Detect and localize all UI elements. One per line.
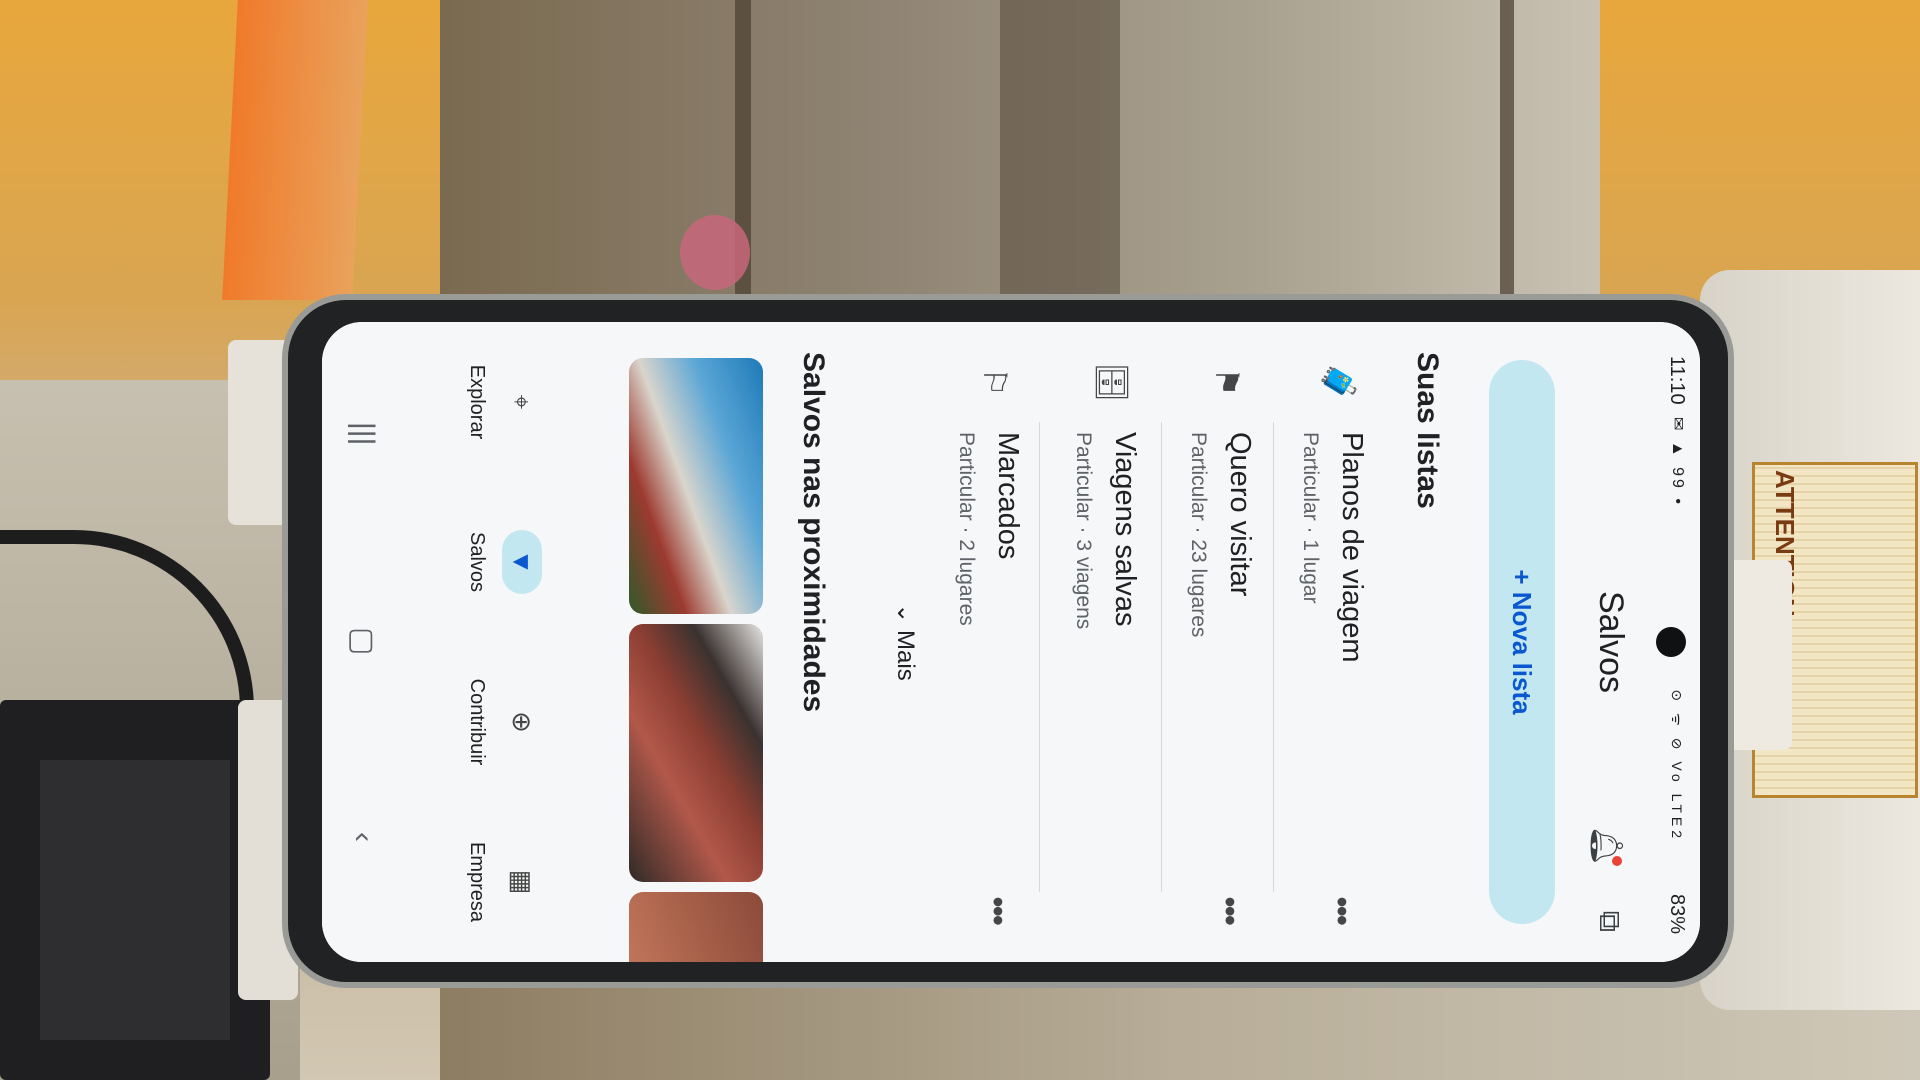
nearby-place-photo[interactable]: [629, 624, 763, 882]
nav-label: Empresa: [466, 841, 488, 923]
store-icon: ▦: [507, 869, 537, 895]
back-icon[interactable]: ‹: [346, 832, 380, 842]
divider: [1273, 422, 1274, 892]
list-name: Planos de viagem: [1336, 432, 1368, 663]
pink-object: [680, 215, 750, 290]
front-camera: [1656, 627, 1686, 657]
app-bar: Salvos 🔔︎ ⧉: [1564, 322, 1644, 962]
more-options-icon[interactable]: •••: [979, 896, 1016, 924]
list-item-viagens-salvas[interactable]: 🗄 Viagens salvas Particular · 3 viagens: [1051, 322, 1155, 962]
list-name: Quero visitar: [1224, 432, 1256, 597]
home-icon[interactable]: ▢: [345, 627, 380, 655]
nav-label: Salvos: [466, 531, 488, 593]
list-meta: Particular · 3 viagens: [1072, 432, 1095, 630]
camera-block: [0, 700, 270, 1080]
nav-empresa[interactable]: ▦ Empresa: [410, 802, 560, 962]
list-name: Marcados: [992, 432, 1024, 560]
signal-icons: ⊙ ᯤ ⊘ Vo LTE2: [1669, 689, 1685, 842]
list-item-quero-visitar[interactable]: ⚑ Quero visitar Particular · 23 lugares …: [1166, 322, 1270, 962]
notification-dot: [1612, 856, 1622, 866]
app-portrait-view: 11:10 ✉ ▲ 99 • ⊙ ᯤ ⊘ Vo LTE2 83% Salvos …: [322, 322, 1700, 962]
your-lists-title: Suas listas: [1411, 352, 1444, 509]
nearby-place-photo[interactable]: [629, 358, 763, 614]
list-meta: Particular · 1 lugar: [1299, 432, 1322, 604]
add-circle-icon: ⊕: [507, 711, 537, 733]
holder-clip: [1722, 560, 1792, 750]
nav-salvos[interactable]: ▼ Salvos: [410, 482, 560, 642]
orange-cloth: [222, 0, 368, 300]
page-title: Salvos: [1592, 590, 1630, 694]
recents-icon[interactable]: |||: [346, 422, 380, 445]
flag-icon: ⚑: [1209, 367, 1245, 397]
nav-explorar[interactable]: ⌖ Explorar: [410, 322, 560, 482]
share-icon[interactable]: ⧉: [1592, 911, 1626, 932]
nearby-place-photo[interactable]: [629, 892, 763, 962]
pin-icon: ⌖: [507, 394, 537, 410]
divider: [1161, 422, 1162, 892]
list-item-planos-de-viagem[interactable]: 🧳 Planos de viagem Particular · 1 lugar …: [1278, 322, 1382, 962]
nav-contribuir[interactable]: ⊕ Contribuir: [410, 642, 560, 802]
nav-label: Explorar: [466, 364, 488, 440]
divider: [1039, 422, 1040, 892]
list-meta: Particular · 23 lugares: [1187, 432, 1210, 638]
window-frame: [1500, 0, 1514, 300]
battery-level: 83%: [1666, 893, 1688, 934]
luggage-icon: 🗄: [1094, 362, 1130, 403]
list-meta: Particular · 2 lugares: [955, 432, 978, 626]
bottom-navigation: ⌖ Explorar ▼ Salvos ⊕ Contribuir ▦ Empre…: [410, 322, 560, 962]
more-options-icon[interactable]: •••: [1211, 896, 1248, 924]
suitcase-icon: 🧳: [1321, 362, 1357, 402]
system-navigation: ||| ▢ ‹: [322, 322, 400, 962]
status-time: 11:10: [1666, 356, 1688, 405]
phone-screen: 11:10 ✉ ▲ 99 • ⊙ ᯤ ⊘ Vo LTE2 83% Salvos …: [322, 322, 1700, 962]
window-frame: [1000, 0, 1120, 300]
more-options-icon[interactable]: •••: [1323, 896, 1360, 924]
new-list-button[interactable]: + Nova lista: [1489, 360, 1555, 924]
list-item-marcados[interactable]: ⚐ Marcados Particular · 2 lugares •••: [934, 322, 1038, 962]
list-name: Viagens salvas: [1109, 432, 1141, 627]
nav-label: Contribuir: [466, 678, 488, 766]
bookmark-flag-icon: ⚐: [977, 367, 1013, 397]
show-more-button[interactable]: ⌄ Mais: [891, 322, 920, 962]
bookmark-icon: ▼: [502, 530, 542, 594]
nearby-saved-title: Salvos nas proximidades: [797, 352, 830, 713]
notification-icons: ✉ ▲ 99 •: [1669, 417, 1686, 507]
